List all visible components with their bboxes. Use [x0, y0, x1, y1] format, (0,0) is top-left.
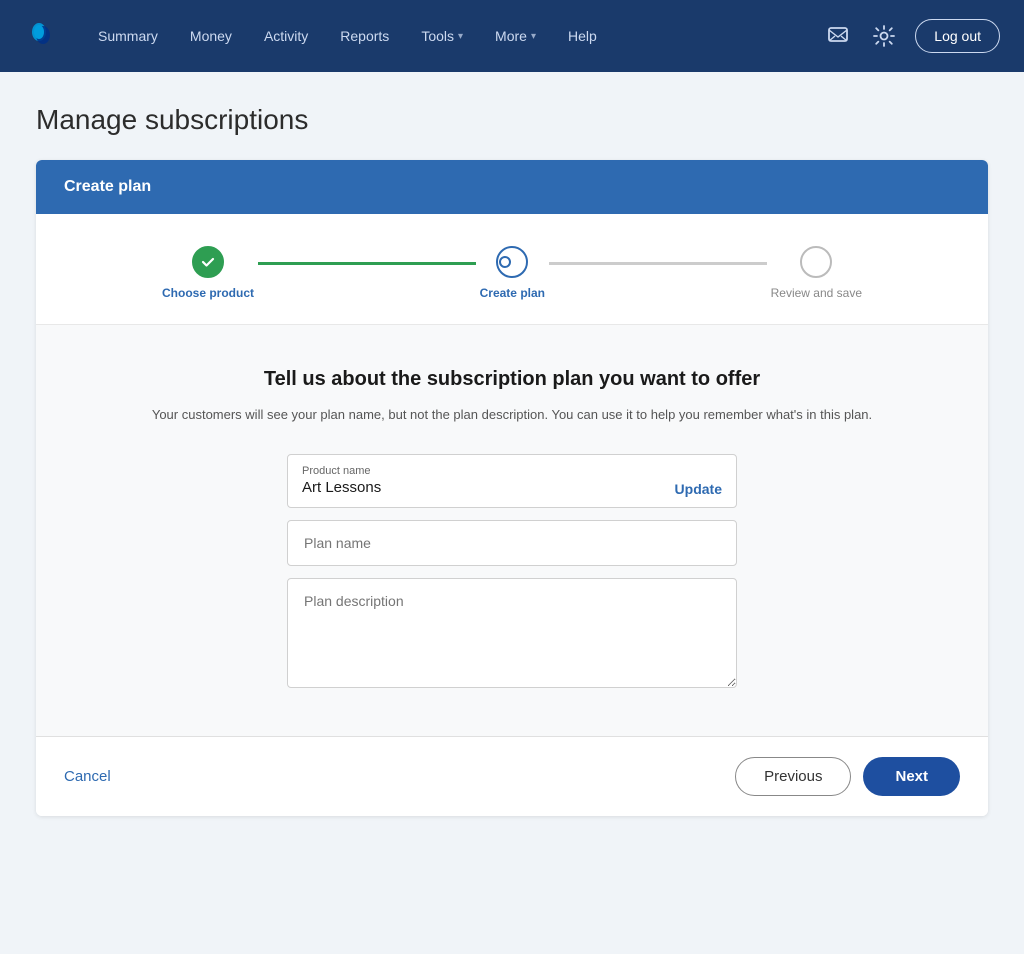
nav-money[interactable]: Money	[176, 20, 246, 52]
messages-button[interactable]	[823, 21, 853, 51]
step-review-save: Review and save	[771, 246, 862, 300]
nav-tools[interactable]: Tools▾	[407, 20, 477, 52]
form-heading: Tell us about the subscription plan you …	[116, 365, 908, 393]
card-header: Create plan	[36, 160, 988, 214]
step-label-3: Review and save	[771, 286, 862, 300]
navbar-actions: Log out	[823, 19, 1000, 53]
paypal-logo	[24, 18, 60, 54]
card-footer: Cancel Previous Next	[36, 737, 988, 816]
nav-links: Summary Money Activity Reports Tools▾ Mo…	[84, 20, 815, 52]
logout-button[interactable]: Log out	[915, 19, 1000, 53]
step-line-1	[258, 262, 476, 265]
stepper: Choose product Create plan Review and sa	[162, 246, 862, 300]
stepper-container: Choose product Create plan Review and sa	[36, 214, 988, 325]
page-title: Manage subscriptions	[36, 104, 988, 136]
plan-name-input[interactable]	[287, 520, 737, 566]
step-circle-1	[192, 246, 224, 278]
step-circle-3	[800, 246, 832, 278]
previous-button[interactable]: Previous	[735, 757, 851, 796]
navbar: Summary Money Activity Reports Tools▾ Mo…	[0, 0, 1024, 72]
tools-chevron-icon: ▾	[458, 31, 463, 42]
step-label-1: Choose product	[162, 286, 254, 300]
card-header-title: Create plan	[64, 178, 151, 195]
form-section: Tell us about the subscription plan you …	[36, 325, 988, 737]
update-button[interactable]: Update	[675, 481, 722, 497]
product-name-label: Product name	[302, 465, 663, 477]
nav-summary[interactable]: Summary	[84, 20, 172, 52]
step-choose-product: Choose product	[162, 246, 254, 300]
product-name-content: Product name Art Lessons	[302, 465, 663, 497]
product-name-row: Product name Art Lessons Update	[287, 454, 737, 508]
step-label-2: Create plan	[480, 286, 545, 300]
settings-button[interactable]	[869, 21, 899, 51]
page-container: Manage subscriptions Create plan Choose …	[12, 72, 1012, 848]
nav-activity[interactable]: Activity	[250, 20, 322, 52]
nav-reports[interactable]: Reports	[326, 20, 403, 52]
step-line-2	[549, 262, 767, 265]
next-button[interactable]: Next	[863, 757, 960, 796]
form-subtext: Your customers will see your plan name, …	[116, 405, 908, 426]
step-create-plan: Create plan	[480, 246, 545, 300]
plan-description-textarea[interactable]	[287, 578, 737, 688]
nav-more[interactable]: More▾	[481, 20, 550, 52]
nav-help[interactable]: Help	[554, 20, 611, 52]
main-card: Create plan Choose product	[36, 160, 988, 816]
more-chevron-icon: ▾	[531, 31, 536, 42]
step-circle-2	[496, 246, 528, 278]
footer-right: Previous Next	[735, 757, 960, 796]
cancel-button[interactable]: Cancel	[64, 768, 111, 785]
product-name-value: Art Lessons	[302, 479, 381, 496]
